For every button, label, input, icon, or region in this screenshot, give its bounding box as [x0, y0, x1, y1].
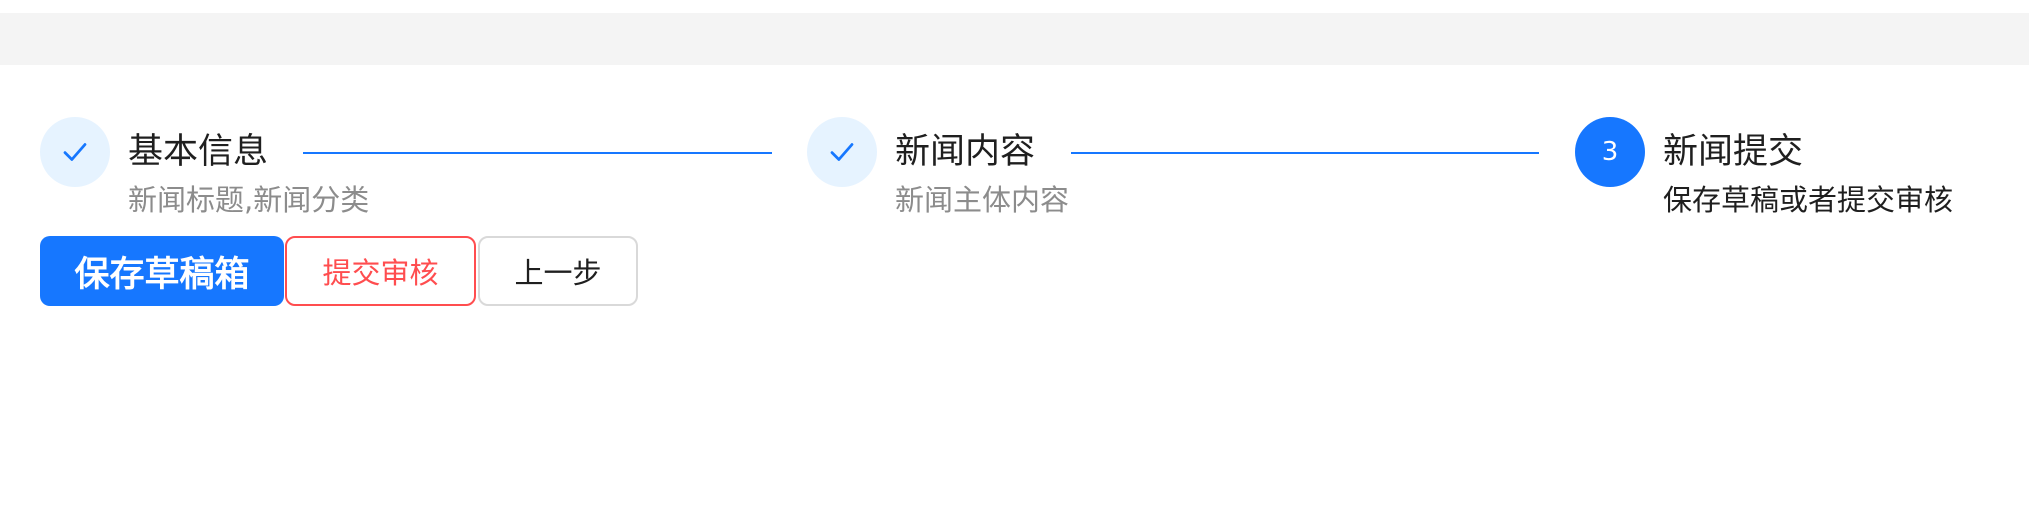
step-number-badge: 3: [1575, 117, 1645, 187]
submit-review-button[interactable]: 提交审核: [285, 236, 476, 306]
step-title: 新闻提交: [1663, 132, 1804, 172]
check-icon: [830, 143, 854, 161]
step-status-icon: [40, 117, 110, 187]
page-header-band: [0, 13, 2029, 65]
step-connector: [1071, 152, 1539, 154]
save-draft-button[interactable]: 保存草稿箱: [40, 236, 284, 306]
check-icon: [63, 143, 87, 161]
step-status-icon: [807, 117, 877, 187]
step-description: 新闻主体内容: [895, 183, 1070, 217]
step-basic-info: 基本信息 新闻标题,新闻分类: [40, 117, 369, 217]
previous-step-button[interactable]: 上一步: [478, 236, 638, 306]
step-news-content: 新闻内容 新闻主体内容: [807, 117, 1069, 217]
step-connector: [303, 152, 772, 154]
step-title: 新闻内容: [895, 132, 1036, 172]
step-description: 新闻标题,新闻分类: [128, 183, 370, 217]
step-description: 保存草稿或者提交审核: [1663, 183, 1954, 217]
step-news-submit: 3 新闻提交 保存草稿或者提交审核: [1575, 117, 1953, 217]
